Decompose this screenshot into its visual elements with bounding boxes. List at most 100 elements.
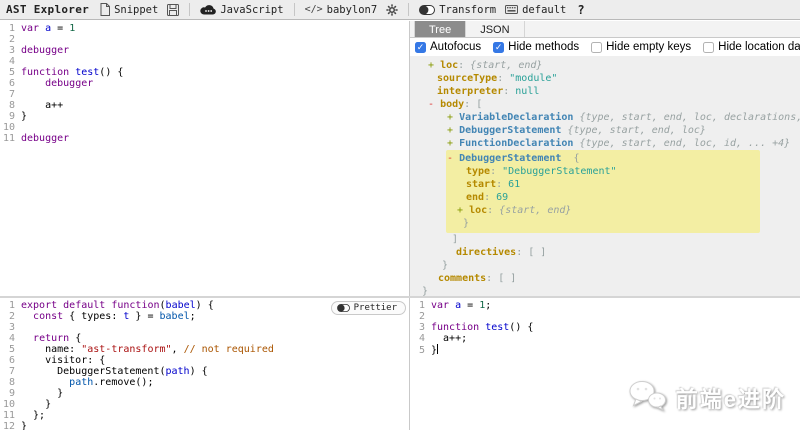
code-line: 2: [0, 34, 409, 45]
code-text: a++: [21, 100, 63, 111]
checkbox[interactable]: [703, 41, 715, 53]
snippet-button[interactable]: Snippet: [98, 3, 160, 16]
line-number: 7: [8, 366, 15, 377]
code-text: path.remove();: [21, 377, 153, 388]
tree-pu: :: [487, 205, 500, 216]
line-number: 8: [8, 100, 15, 111]
tree-node[interactable]: comments: [ ]: [410, 272, 800, 285]
tree-node[interactable]: - DebuggerStatement {: [446, 152, 760, 165]
expand-icon[interactable]: +: [457, 205, 463, 216]
line-number: 10: [2, 399, 15, 410]
token: babel: [165, 300, 196, 311]
tree-node[interactable]: + VariableDeclaration {type, start, end,…: [410, 111, 800, 124]
token: return: [33, 333, 70, 344]
transform-editor[interactable]: Prettier 1 export default function(babel)…: [0, 298, 409, 430]
token: ,: [171, 344, 184, 355]
tab-tree[interactable]: Tree: [414, 21, 467, 37]
save-button[interactable]: [165, 3, 181, 16]
line-number: 4: [8, 333, 15, 344]
expand-icon[interactable]: +: [447, 112, 453, 123]
tree-node[interactable]: + FunctionDeclaration {type, start, end,…: [410, 137, 800, 150]
tree-pu: }: [463, 218, 470, 229]
token: path: [69, 377, 94, 388]
line-number: 2: [418, 311, 425, 322]
checkbox[interactable]: [591, 41, 603, 53]
output-editor[interactable]: 1 var a = 1; 2 3 function test() {4 a++; 5}: [410, 298, 800, 430]
tree-val: "module": [509, 73, 558, 84]
help-button[interactable]: ?: [573, 3, 588, 17]
code-line: 10 }: [0, 399, 409, 410]
transform-plugin-button[interactable]: default: [503, 4, 568, 16]
line-number: 6: [8, 355, 15, 366]
code-line: 4 return {: [0, 333, 409, 344]
tree-node[interactable]: interpreter: null: [410, 85, 800, 98]
line-number: 11: [2, 133, 15, 144]
tree-key: interpreter: [437, 86, 504, 97]
tree-pre: {type, start, end, loc, declarations, ..…: [579, 112, 800, 123]
tree-node: DebuggerStatement: [459, 125, 562, 136]
tree-pu: }: [422, 286, 429, 296]
code-text: return {: [21, 333, 81, 344]
code-line: 11 };: [0, 410, 409, 421]
checkbox[interactable]: ✓: [493, 41, 505, 53]
tree-node[interactable]: end: 69: [446, 191, 760, 204]
tree-node[interactable]: start: 61: [446, 178, 760, 191]
line-number: 3: [8, 322, 15, 333]
token: } =: [129, 311, 160, 322]
tree-pu: {: [561, 153, 580, 164]
parser-settings-button[interactable]: [384, 3, 400, 16]
snippet-file-icon: [100, 3, 111, 16]
line-number: 9: [8, 111, 15, 122]
tree-key: directives: [456, 247, 517, 258]
tree-node: }: [446, 217, 760, 230]
code-line: 7 DebuggerStatement(path) {: [0, 366, 409, 377]
toolbar: AST Explorer Snippet JavaScript </> baby…: [0, 0, 800, 20]
option-autofocus[interactable]: ✓ Autofocus: [415, 41, 481, 53]
token: ) {: [195, 300, 214, 311]
expand-icon[interactable]: +: [447, 138, 453, 149]
tree-key: start: [466, 179, 497, 190]
option-label: Hide methods: [508, 41, 580, 53]
tree-node[interactable]: sourceType: "module": [410, 72, 800, 85]
code-line: 1 var a = 1;: [410, 300, 800, 311]
token: {: [69, 333, 82, 344]
token: function: [21, 67, 70, 78]
tree-node[interactable]: + loc: {start, end}: [410, 59, 800, 72]
expand-icon[interactable]: +: [447, 125, 453, 136]
tree-node: DebuggerStatement: [459, 153, 562, 164]
tree-node: VariableDeclaration: [459, 112, 574, 123]
option-hide-methods[interactable]: ✓ Hide methods: [493, 41, 579, 53]
source-editor[interactable]: 1 var a = 1 2 3 debugger 4 5 function test() {6…: [0, 21, 409, 296]
prettier-toggle[interactable]: Prettier: [330, 301, 406, 315]
collapse-icon[interactable]: -: [428, 99, 434, 110]
option-hide-empty-keys[interactable]: Hide empty keys: [591, 41, 691, 53]
token: .remove();: [93, 377, 154, 388]
line-number: 2: [8, 311, 15, 322]
line-number: 3: [8, 45, 15, 56]
tree-pre: {start, end}: [499, 205, 572, 216]
tree-node[interactable]: + loc: {start, end}: [446, 204, 760, 217]
tree-node[interactable]: + DebuggerStatement {type, start, end, l…: [410, 124, 800, 137]
tree-node[interactable]: directives: [ ]: [410, 246, 800, 259]
tree-node[interactable]: - body: [: [410, 98, 800, 111]
code-line: 10: [0, 122, 409, 133]
code-line: 6 visitor: {: [0, 355, 409, 366]
tab-json[interactable]: JSON: [466, 21, 525, 37]
tree-node[interactable]: type: "DebuggerStatement": [446, 165, 760, 178]
token: visitor: {: [21, 355, 106, 366]
expand-icon[interactable]: +: [428, 60, 434, 71]
code-line: 8 path.remove();: [0, 377, 409, 388]
token: { types:: [63, 311, 124, 322]
code-text: debugger: [21, 133, 69, 144]
collapse-icon[interactable]: -: [447, 153, 453, 164]
tree-val: 69: [496, 192, 509, 203]
option-hide-location-data[interactable]: Hide location data: [703, 41, 800, 53]
checkbox[interactable]: ✓: [415, 41, 426, 53]
transform-toggle[interactable]: Transform: [417, 4, 498, 16]
tree-pu: :: [458, 60, 471, 71]
parser-button[interactable]: </> babylon7: [303, 4, 380, 16]
token: }: [21, 388, 64, 399]
code-line: 3 debugger: [0, 45, 409, 56]
language-button[interactable]: JavaScript: [198, 4, 285, 16]
